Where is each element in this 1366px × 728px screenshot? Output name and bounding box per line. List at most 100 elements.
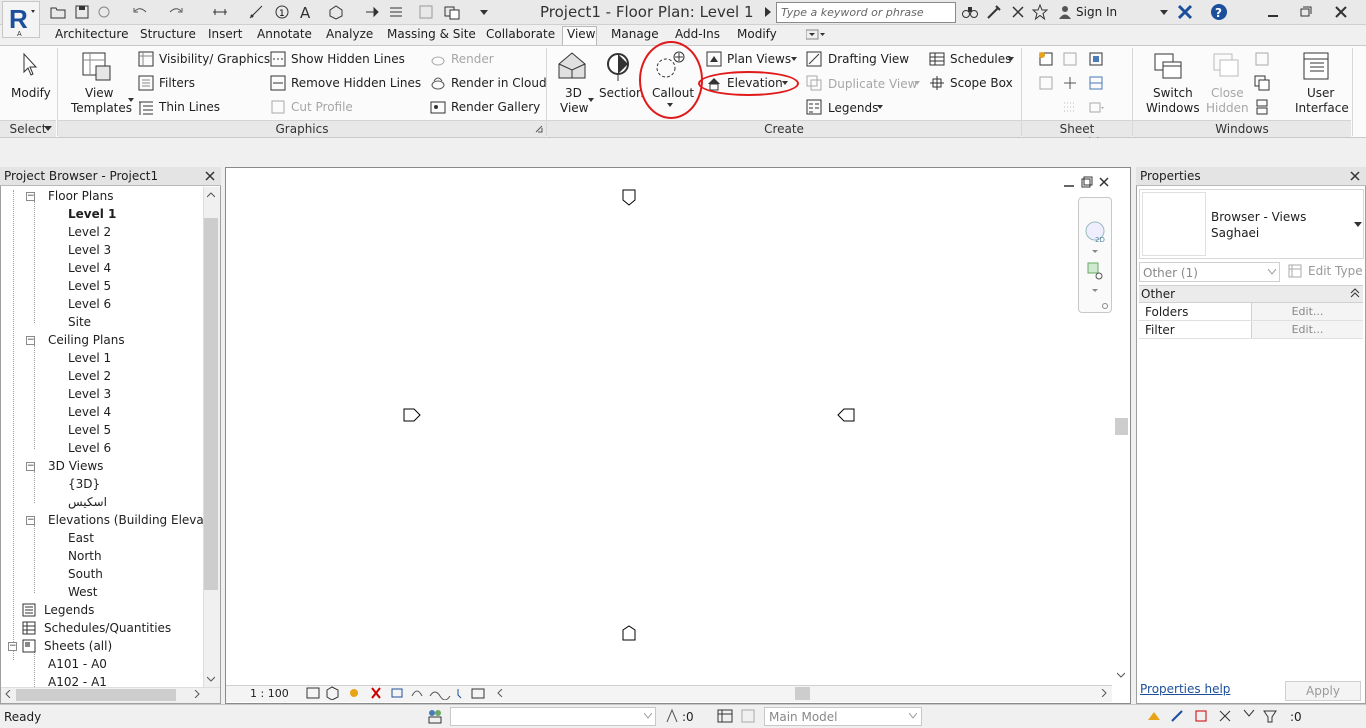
ceiling-plans-collapse-icon[interactable]: − [26, 336, 35, 345]
tree-3d-default[interactable]: {3D} [68, 477, 100, 491]
properties-help-link[interactable]: Properties help [1140, 682, 1230, 696]
elevations-collapse-icon[interactable]: − [26, 516, 35, 525]
tile-icon[interactable] [1254, 99, 1270, 115]
design-option-select[interactable]: Main Model [764, 707, 922, 726]
properties-close-icon[interactable] [1349, 170, 1361, 182]
render-gallery-button[interactable]: Render Gallery [451, 100, 540, 114]
close-hidden-icon[interactable] [1210, 50, 1242, 82]
tree-floor-level-2[interactable]: Level 2 [68, 225, 111, 239]
plan-views-button[interactable]: Plan Views [727, 52, 791, 66]
drafting-view-icon[interactable] [806, 51, 822, 67]
scroll-up-icon[interactable] [207, 192, 215, 198]
close-hidden-qat-icon[interactable] [418, 4, 434, 20]
cut-profile-button[interactable]: Cut Profile [291, 100, 353, 114]
visibility-graphics-button[interactable]: Visibility/ Graphics [159, 52, 270, 66]
matchline-icon[interactable] [1088, 75, 1104, 91]
switch-windows-icon[interactable] [1152, 50, 1184, 82]
scope-box-icon[interactable] [929, 75, 945, 91]
schedules-dropdown-icon[interactable] [1008, 57, 1014, 61]
canvas-hscroll-thumb[interactable] [795, 687, 810, 700]
sign-in-dropdown-icon[interactable] [1160, 10, 1168, 16]
canvas-scroll-right-icon[interactable] [1101, 689, 1107, 697]
tree-floor-plans[interactable]: Floor Plans [48, 189, 113, 203]
visibility-graphics-icon[interactable] [138, 51, 154, 67]
tree-ceiling-level-3[interactable]: Level 3 [68, 387, 111, 401]
plan-views-dropdown-icon[interactable] [791, 57, 797, 61]
switch-windows-label-1[interactable]: Switch [1153, 86, 1193, 100]
type-selector-dropdown-icon[interactable] [1354, 222, 1362, 228]
close-hidden-label-2[interactable]: Hidden [1206, 101, 1249, 115]
modify-button[interactable]: Modify [11, 86, 51, 100]
tab-analyze[interactable]: Analyze [326, 27, 373, 41]
sheets-collapse-icon[interactable]: − [8, 642, 17, 651]
tree-elevations[interactable]: Elevations (Building Elevation [48, 513, 203, 527]
navigation-bar[interactable]: 2D [1078, 197, 1112, 313]
edit-type-button[interactable]: Edit Type [1308, 264, 1363, 278]
tree-schedules[interactable]: Schedules/Quantities [44, 621, 171, 635]
tab-view[interactable]: View [567, 27, 595, 41]
canvas-scroll-left-icon[interactable] [497, 689, 503, 697]
tree-sheets[interactable]: Sheets (all) [44, 639, 112, 653]
thin-lines-qat-icon[interactable] [388, 4, 404, 20]
filters-button[interactable]: Filters [159, 76, 195, 90]
measure-icon[interactable] [212, 4, 228, 20]
duplicate-view-icon[interactable] [806, 75, 822, 91]
3d-view-label-1[interactable]: 3D [565, 86, 582, 100]
elevation-marker-north-icon[interactable] [622, 189, 636, 207]
show-hidden-lines-button[interactable]: Show Hidden Lines [291, 52, 405, 66]
replicate-icon[interactable] [1254, 51, 1270, 67]
scope-box-button[interactable]: Scope Box [950, 76, 1013, 90]
view-templates-label-1[interactable]: View [85, 86, 113, 100]
project-browser-hscroll-thumb[interactable] [16, 689, 176, 701]
3d-view-house-icon[interactable] [556, 50, 588, 82]
tree-floor-level-4[interactable]: Level 4 [68, 261, 111, 275]
design-option-dropdown-icon[interactable] [909, 713, 917, 719]
minimize-icon[interactable] [1258, 3, 1288, 21]
text-icon[interactable]: A [298, 4, 314, 20]
undo-icon[interactable] [132, 4, 148, 20]
render-button[interactable]: Render [451, 52, 494, 66]
worksets-icon[interactable] [426, 708, 444, 724]
user-interface-icon[interactable] [1300, 50, 1332, 82]
close-hidden-label-1[interactable]: Close [1211, 86, 1244, 100]
tree-ceiling-level-1[interactable]: Level 1 [68, 351, 111, 365]
remove-hidden-lines-icon[interactable] [270, 75, 286, 91]
plan-views-icon[interactable] [706, 51, 722, 67]
sync-icon[interactable] [96, 4, 112, 20]
view-reference-icon[interactable] [1062, 99, 1078, 115]
redo-icon[interactable] [168, 4, 184, 20]
schedules-icon[interactable] [929, 51, 945, 67]
ribbon-minimize-icon[interactable] [806, 29, 826, 41]
thin-lines-icon[interactable] [138, 99, 154, 115]
3d-view-dropdown-icon[interactable] [588, 98, 594, 102]
legends-dropdown-icon[interactable] [877, 105, 883, 109]
tree-elevation-west[interactable]: West [68, 585, 98, 599]
apply-button[interactable]: Apply [1285, 681, 1361, 701]
cut-profile-icon[interactable] [270, 99, 286, 115]
cascade-icon[interactable] [1254, 75, 1270, 91]
design-option-toggle-icon[interactable] [740, 708, 756, 724]
binoculars-icon[interactable] [962, 4, 978, 20]
view-templates-icon[interactable] [80, 50, 112, 82]
tree-floor-level-3[interactable]: Level 3 [68, 243, 111, 257]
filter-edit-button[interactable]: Edit... [1251, 321, 1363, 338]
canvas-scroll-down-icon[interactable] [1117, 672, 1125, 678]
show-hidden-lines-icon[interactable] [270, 51, 286, 67]
subscription-icon[interactable] [986, 4, 1002, 20]
render-in-cloud-button[interactable]: Render in Cloud [451, 76, 547, 90]
tab-manage[interactable]: Manage [611, 27, 659, 41]
exchange-apps-icon[interactable] [1176, 3, 1194, 21]
tab-add-ins[interactable]: Add-Ins [675, 27, 720, 41]
open-icon[interactable] [50, 4, 66, 20]
tag-icon[interactable]: 1 [274, 4, 290, 20]
drafting-view-button[interactable]: Drafting View [828, 52, 909, 66]
elevation-marker-west-icon[interactable] [402, 408, 422, 422]
elevation-marker-south-icon[interactable] [622, 625, 636, 641]
tab-collaborate[interactable]: Collaborate [486, 27, 555, 41]
tree-ceiling-level-2[interactable]: Level 2 [68, 369, 111, 383]
design-options-icon[interactable] [716, 708, 734, 724]
tree-elevation-north[interactable]: North [68, 549, 102, 563]
remove-hidden-lines-button[interactable]: Remove Hidden Lines [291, 76, 421, 90]
tree-sheet-a102[interactable]: A102 - A1 [48, 675, 107, 687]
viewports-icon[interactable] [1088, 99, 1104, 115]
